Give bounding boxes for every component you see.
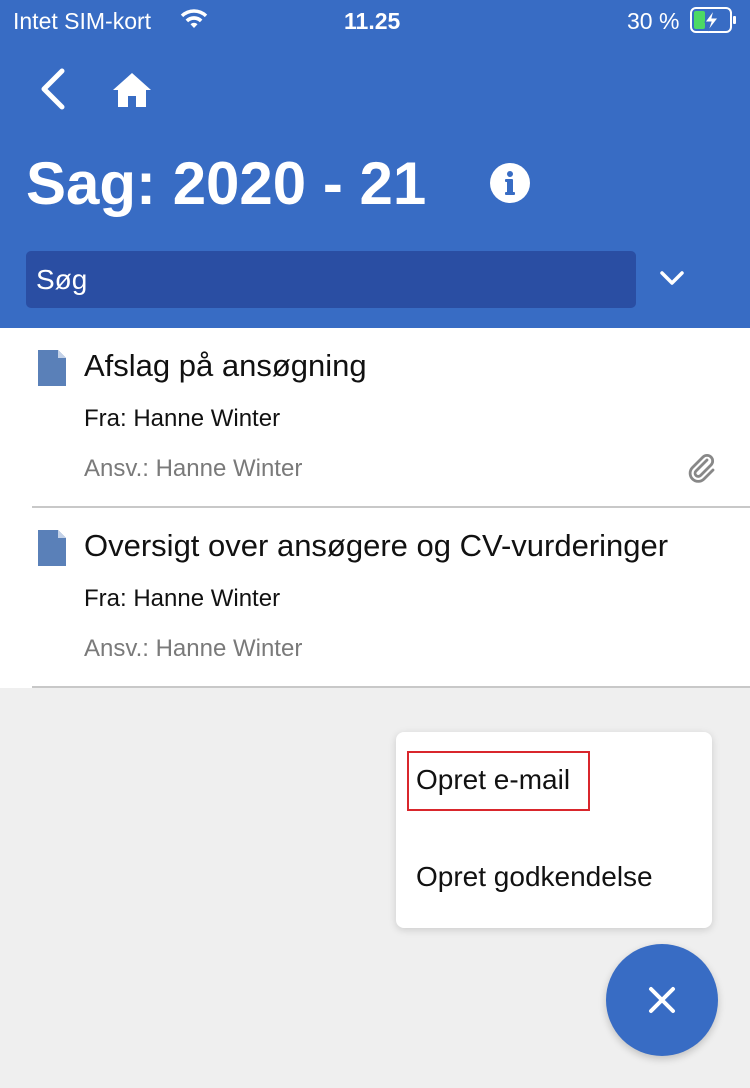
close-menu-button[interactable] [606, 944, 718, 1056]
document-icon [38, 350, 66, 386]
document-responsible: Ansv.: Hanne Winter [84, 455, 303, 482]
search-input[interactable]: Søg [26, 251, 636, 308]
home-icon [113, 73, 151, 107]
wifi-icon [180, 9, 208, 28]
divider [32, 686, 750, 688]
list-item[interactable]: Afslag på ansøgning Fra: Hanne Winter An… [0, 328, 750, 508]
document-icon [38, 530, 66, 566]
document-list: Afslag på ansøgning Fra: Hanne Winter An… [0, 328, 750, 688]
clock: 11.25 [344, 8, 401, 34]
document-sender: Fra: Hanne Winter [84, 585, 281, 612]
menu-item-create-email[interactable]: Opret e-mail [416, 764, 570, 796]
home-button[interactable] [106, 64, 158, 116]
create-menu: Opret e-mail Opret godkendelse [396, 732, 712, 928]
status-bar: Intet SIM-kort 11.25 30 % [0, 0, 750, 42]
document-sender: Fra: Hanne Winter [84, 405, 281, 432]
carrier-label: Intet SIM-kort [13, 8, 152, 34]
document-title: Afslag på ansøgning [84, 348, 367, 383]
menu-item-create-approval[interactable]: Opret godkendelse [416, 861, 653, 893]
document-responsible: Ansv.: Hanne Winter [84, 635, 303, 662]
back-button[interactable] [28, 62, 78, 116]
list-item[interactable]: Oversigt over ansøgere og CV-vurderinger… [0, 508, 750, 688]
chevron-left-icon [41, 68, 65, 110]
app-header: Intet SIM-kort 11.25 30 % Sag: 2020 - 21 [0, 0, 750, 328]
close-icon [649, 987, 675, 1013]
chevron-down-icon [660, 271, 684, 285]
info-icon[interactable] [490, 163, 530, 203]
paperclip-icon [688, 453, 715, 483]
page-title: Sag: 2020 - 21 [26, 150, 427, 217]
filter-dropdown-button[interactable] [652, 258, 692, 298]
battery-charging-icon [690, 7, 736, 33]
document-title: Oversigt over ansøgere og CV-vurderinger [84, 528, 669, 563]
battery-percentage: 30 % [627, 8, 680, 34]
